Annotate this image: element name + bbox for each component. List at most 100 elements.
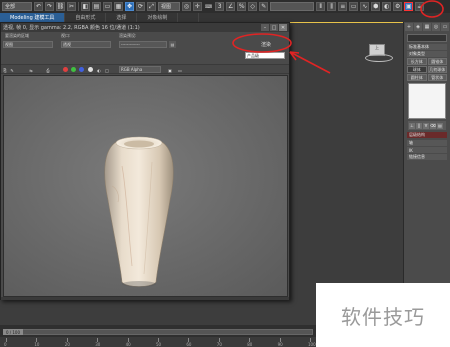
- ribbon-tab-modeling[interactable]: Modeling 建模工具: [0, 13, 66, 22]
- configure-sets-icon[interactable]: ▤: [437, 122, 443, 129]
- hierarchy-ik[interactable]: IK: [407, 147, 447, 153]
- rendered-vase-image: [104, 136, 174, 287]
- redo-icon[interactable]: ↷: [45, 2, 54, 11]
- rollout-object-type[interactable]: 对象类型: [407, 51, 447, 57]
- unlink-icon[interactable]: ✂: [67, 2, 76, 11]
- production-quality-dropdown[interactable]: 产品级: [245, 52, 285, 59]
- cylinder-button[interactable]: 圆柱体: [407, 74, 427, 81]
- show-end-result-icon[interactable]: ‖: [416, 122, 422, 129]
- render-preset-dropdown[interactable]: -------------: [119, 41, 167, 48]
- mirror-icon[interactable]: ⫴: [316, 2, 326, 11]
- make-unique-icon[interactable]: ∀: [423, 122, 429, 129]
- schematic-view-icon[interactable]: ⬢: [371, 2, 381, 11]
- timeline-tick-label: 60: [186, 342, 192, 347]
- render-production-icon[interactable]: ☕: [415, 2, 425, 11]
- percent-snap-icon[interactable]: %: [237, 2, 247, 11]
- render-window-titlebar[interactable]: 透视, 帧 0, 显示 gamma: 2.2, RGBA 颜色 16 位/通道 …: [1, 23, 289, 32]
- render-canvas[interactable]: [3, 75, 288, 297]
- window-crossing-icon[interactable]: ▦: [114, 2, 123, 11]
- toggle-ui-icon[interactable]: ▭: [177, 67, 183, 73]
- spinner-snap-icon[interactable]: ◇: [248, 2, 258, 11]
- motion-tab-icon[interactable]: ◎: [432, 23, 440, 31]
- preset-load-icon[interactable]: ▤: [169, 41, 176, 48]
- ribbon-tab-more[interactable]: [178, 13, 200, 22]
- scale-icon[interactable]: ⤢: [147, 2, 156, 11]
- time-slider-thumb[interactable]: 0 / 100: [3, 329, 23, 335]
- curve-editor-icon[interactable]: ∿: [360, 2, 370, 11]
- ribbon-tab-freeform[interactable]: 自由形式: [65, 13, 107, 22]
- display-tab-icon[interactable]: ▭: [441, 23, 449, 31]
- reference-coordinate-dropdown[interactable]: 视图: [158, 2, 180, 11]
- channel-display-dropdown[interactable]: RGB Alpha: [119, 66, 161, 73]
- save-image-icon[interactable]: ⎘: [2, 67, 8, 73]
- layer-explorer-icon[interactable]: ≡: [338, 2, 348, 11]
- viewcube-compass-ring[interactable]: [365, 54, 393, 62]
- pivot-center-icon[interactable]: ◎: [182, 2, 191, 11]
- rollout-hierarchy[interactable]: 层级结构: [407, 132, 447, 138]
- rollout-standard-primitives[interactable]: 标准基本体: [407, 44, 447, 50]
- select-manipulate-icon[interactable]: ✛: [193, 2, 202, 11]
- maximize-icon[interactable]: □: [270, 24, 278, 31]
- sphere-button[interactable]: 球体: [407, 66, 427, 73]
- render-button[interactable]: 渲染: [253, 40, 279, 49]
- material-editor-icon[interactable]: ◐: [382, 2, 392, 11]
- undo-icon[interactable]: ↶: [34, 2, 43, 11]
- rendered-frame-window-icon[interactable]: ▣: [404, 2, 414, 11]
- blue-channel-toggle[interactable]: [79, 67, 84, 72]
- time-slider-track[interactable]: [3, 329, 313, 335]
- close-icon[interactable]: ✕: [279, 24, 287, 31]
- cone-button[interactable]: 圆锥体: [427, 58, 447, 65]
- keyboard-shortcut-override[interactable]: ⌨: [204, 4, 213, 10]
- hierarchy-tab-icon[interactable]: ▦: [423, 23, 431, 31]
- timeline-tick-label: 10: [34, 342, 40, 347]
- align-icon[interactable]: ⫼: [327, 2, 337, 11]
- alpha-channel-toggle[interactable]: [88, 67, 93, 72]
- render-setup-icon[interactable]: ⚙: [393, 2, 403, 11]
- area-dropdown[interactable]: 视图: [3, 41, 53, 48]
- print-image-icon[interactable]: ⎙: [45, 67, 51, 73]
- tube-button[interactable]: 管状体: [427, 74, 447, 81]
- ribbon-tab-selection[interactable]: 选择: [106, 13, 138, 22]
- minimize-icon[interactable]: –: [261, 24, 269, 31]
- watermark-text: 软件技巧: [341, 304, 425, 329]
- red-channel-toggle[interactable]: [63, 67, 68, 72]
- render-window-toolbar: ⎘ ✎ ⇆ ⎙ ◐ □ RGB Alpha ▣ ▭: [1, 64, 289, 74]
- create-tab-icon[interactable]: +: [405, 23, 413, 31]
- remove-modifier-icon[interactable]: ⌫: [430, 122, 436, 129]
- ribbon-tab-object-paint[interactable]: 对象绘制: [137, 13, 179, 22]
- snaps-toggle-icon[interactable]: 3: [215, 2, 225, 11]
- pin-stack-icon[interactable]: ⊥: [409, 122, 415, 129]
- green-channel-toggle[interactable]: [71, 67, 76, 72]
- hierarchy-link-info[interactable]: 链接信息: [407, 154, 447, 160]
- link-icon[interactable]: ⛓: [56, 2, 65, 11]
- region-select-icon[interactable]: ▭: [103, 2, 112, 11]
- edit-named-selection-icon[interactable]: ✎: [259, 2, 269, 11]
- ribbon-toggle-icon[interactable]: ▭: [349, 2, 359, 11]
- hierarchy-pivot[interactable]: 轴: [407, 140, 447, 146]
- toggle-ui-overlay-icon[interactable]: ▣: [167, 67, 173, 73]
- window-controls: – □ ✕: [261, 24, 287, 31]
- select-object-icon[interactable]: ◧: [81, 2, 90, 11]
- render-window-statusbar: [1, 297, 289, 300]
- modify-tab-icon[interactable]: ◈: [414, 23, 422, 31]
- named-selection-set-field[interactable]: [270, 2, 315, 11]
- object-name-field[interactable]: [407, 34, 447, 42]
- primitive-row-1: 长方体 圆锥体: [407, 58, 447, 65]
- angle-snap-icon[interactable]: ∠: [226, 2, 236, 11]
- preset-label: 渲染预设:: [119, 33, 137, 38]
- select-by-name-icon[interactable]: ▤: [92, 2, 101, 11]
- max-screen: 全部 ↶ ↷ ⛓ ✂ ◧ ▤ ▭ ▦ ✥ ⟳ ⤢ 视图 ◎ ✛ ⌨ 3 ∠ % …: [0, 0, 450, 347]
- copy-image-icon[interactable]: ✎: [9, 67, 15, 73]
- box-button[interactable]: 长方体: [407, 58, 427, 65]
- viewport-dropdown[interactable]: 透视: [61, 41, 111, 48]
- rotate-icon[interactable]: ⟳: [136, 2, 145, 11]
- clear-icon[interactable]: □: [104, 67, 110, 73]
- clone-window-icon[interactable]: ⇆: [28, 67, 34, 73]
- geosphere-button[interactable]: 几何球体: [427, 66, 447, 73]
- selection-filter-dropdown[interactable]: 全部: [2, 2, 32, 11]
- move-icon[interactable]: ✥: [125, 2, 134, 11]
- render-fields-row: 视图 透视 ------------- ▤: [1, 40, 289, 49]
- watermark: 软件技巧: [316, 283, 450, 347]
- monochrome-icon[interactable]: ◐: [96, 67, 102, 73]
- modifier-stack-list[interactable]: [408, 83, 446, 119]
